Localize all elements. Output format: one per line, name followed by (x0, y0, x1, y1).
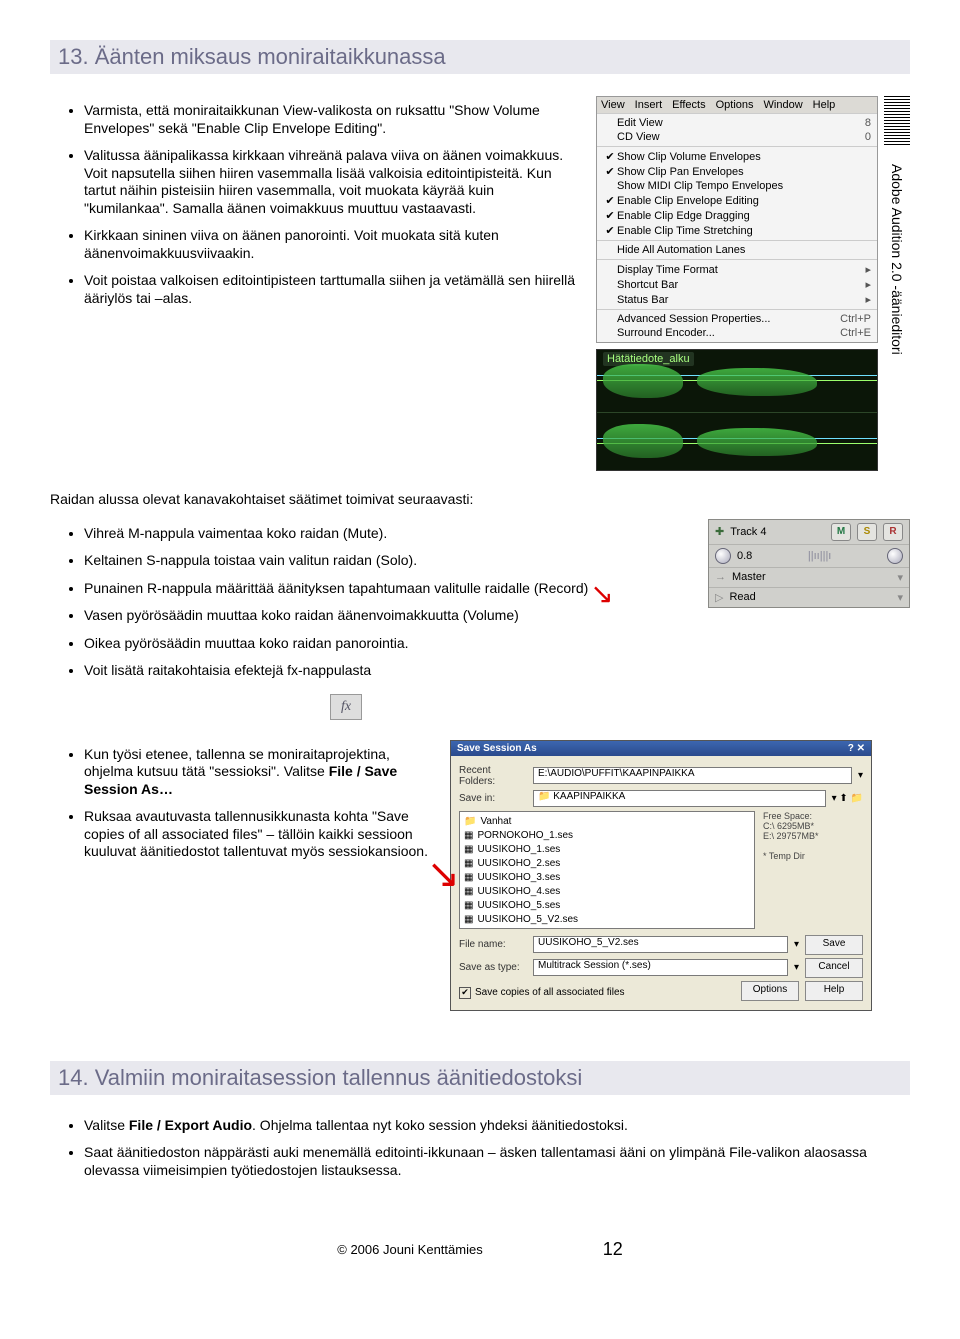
list-item: Ruksaa avautuvasta tallennusikkunasta ko… (84, 808, 430, 861)
save-as-type-field: Multitrack Session (*.ses) (533, 959, 788, 976)
section-14-title: 14. Valmiin moniraitasession tallennus ä… (50, 1061, 910, 1095)
list-item: Voit lisätä raitakohtaisia efektejä fx-n… (84, 662, 688, 680)
track-panel-screenshot: ✚ Track 4 M S R 0.8 ||ıı|||ı → Master ▾ … (708, 519, 910, 608)
page-footer: © 2006 Jouni Kenttämies 12 (50, 1239, 910, 1260)
save-button: Save (805, 935, 863, 955)
fx-button-screenshot: fx (330, 694, 362, 720)
solo-button: S (857, 523, 877, 541)
pan-knob (887, 548, 903, 564)
copyright: © 2006 Jouni Kenttämies (337, 1242, 482, 1257)
record-button: R (883, 523, 903, 541)
file-list: 📁Vanhat ▦PORNOKOHO_1.ses ▦UUSIKOHO_1.ses… (459, 811, 755, 929)
menu-bar-item: Help (813, 99, 836, 111)
section-14-list: Valitse File / Export Audio. Ohjelma tal… (50, 1117, 910, 1180)
menu-bar-item: Effects (672, 99, 705, 111)
side-label: Adobe Audition 2.0 -äänieditori (889, 154, 905, 355)
arrow-icon: ↘ (590, 576, 613, 611)
list-item: Varmista, että moniraitaikkunan View-val… (84, 102, 576, 137)
page-number: 12 (603, 1239, 623, 1260)
waveform-screenshot: Hätätiedote_alku (596, 349, 878, 471)
section-13-list-a: Varmista, että moniraitaikkunan View-val… (50, 102, 576, 307)
list-item: Valitse File / Export Audio. Ohjelma tal… (84, 1117, 910, 1135)
options-button: Options (741, 981, 799, 1001)
stripes-decoration (884, 96, 910, 146)
filename-field: UUSIKOHO_5_V2.ses (533, 936, 788, 953)
view-menu-screenshot: View Insert Effects Options Window Help … (596, 96, 878, 343)
list-item: Voit poistaa valkoisen editointipisteen … (84, 272, 576, 307)
menu-bar-item: Options (716, 99, 754, 111)
menu-bar: View Insert Effects Options Window Help (597, 97, 877, 113)
mute-button: M (831, 523, 851, 541)
automation-mode: Read (729, 591, 891, 603)
list-item: Oikea pyörösäädin muuttaa koko raidan pa… (84, 635, 688, 653)
recent-folders-field: E:\AUDIO\PUFFIT\KAAPINPAIKKA (533, 767, 852, 784)
menu-bar-item: Insert (635, 99, 663, 111)
menu-bar-item: Window (764, 99, 803, 111)
dialog-title: Save Session As (457, 743, 537, 754)
help-button: Help (805, 981, 863, 1001)
list-item: Punainen R-nappula määrittää äänityksen … (84, 580, 688, 598)
save-dialog-screenshot: Save Session As ? ✕ Recent Folders: E:\A… (450, 740, 872, 1011)
list-item: Saat äänitiedoston näppärästi auki menem… (84, 1144, 910, 1179)
list-item: Vihreä M-nappula vaimentaa koko raidan (… (84, 525, 688, 543)
checkbox-icon: ✔ (459, 987, 471, 999)
list-item: Kirkkaan sininen viiva on äänen panoroin… (84, 227, 576, 262)
volume-knob (715, 548, 731, 564)
section-13-list-b: Vihreä M-nappula vaimentaa koko raidan (… (50, 525, 688, 680)
list-item: Valitussa äänipalikassa kirkkaan vihreän… (84, 147, 576, 217)
list-item: Kun työsi etenee, tallenna se moniraitap… (84, 746, 430, 799)
arrow-icon: ↘ (426, 852, 460, 896)
close-icon: ? ✕ (848, 743, 865, 754)
list-item: Keltainen S-nappula toistaa vain valitun… (84, 552, 688, 570)
output-label: Master (732, 571, 891, 583)
section-13-title: 13. Äänten miksaus moniraitaikkunassa (50, 40, 910, 74)
menu-bar-item: View (601, 99, 625, 111)
save-copies-checkbox-label: Save copies of all associated files (475, 987, 625, 998)
section-13-mid-para: Raidan alussa olevat kanavakohtaiset sää… (50, 491, 910, 509)
volume-value: 0.8 (737, 550, 752, 562)
section-13-list-c: Kun työsi etenee, tallenna se moniraitap… (50, 746, 430, 861)
cancel-button: Cancel (805, 958, 863, 978)
track-name: Track 4 (730, 526, 825, 538)
save-in-folder: KAAPINPAIKKA (553, 791, 625, 802)
